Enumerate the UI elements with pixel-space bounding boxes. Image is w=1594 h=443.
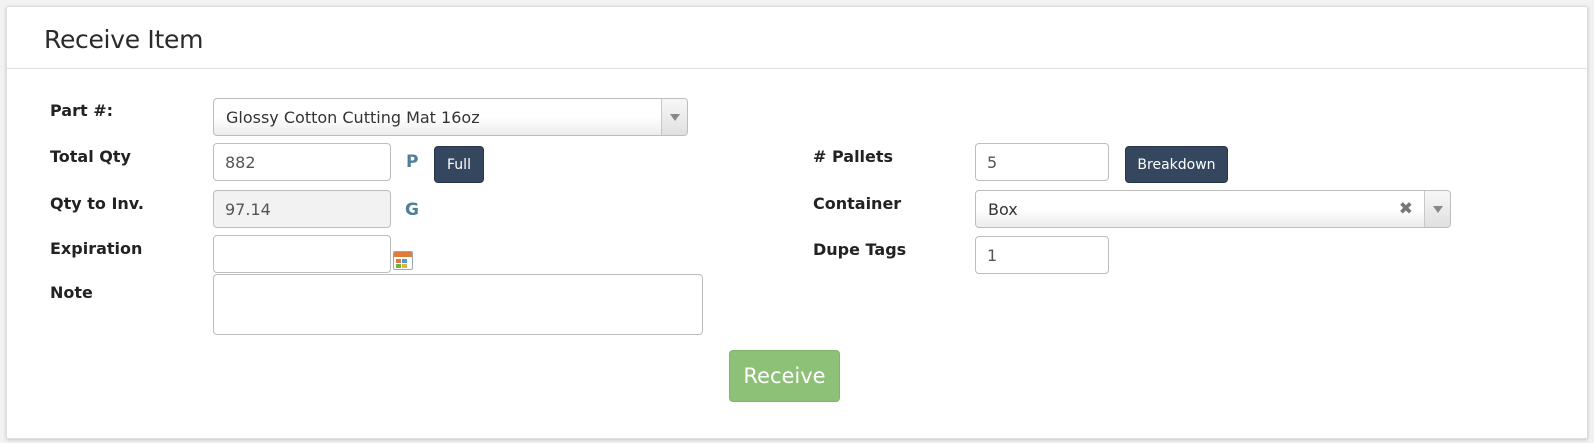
note-textarea[interactable] [213, 274, 703, 335]
dupe-tags-input[interactable] [975, 236, 1109, 274]
expiration-input[interactable] [213, 235, 391, 273]
qty-to-inv-label: Qty to Inv. [50, 194, 145, 213]
container-label: Container [813, 194, 902, 213]
panel-header: Receive Item [7, 7, 1587, 69]
total-qty-unit: P [406, 152, 419, 172]
pallets-input[interactable] [975, 143, 1109, 181]
note-label: Note [50, 283, 93, 302]
breakdown-button[interactable]: Breakdown [1125, 146, 1228, 183]
total-qty-input[interactable] [213, 143, 391, 181]
receive-item-panel: Receive Item Part #: Glossy Cotton Cutti… [6, 6, 1588, 439]
qty-to-inv-unit: G [405, 200, 419, 220]
container-select-value: Box [988, 200, 1018, 219]
part-label: Part #: [50, 101, 114, 120]
total-qty-label: Total Qty [50, 147, 131, 166]
calendar-icon[interactable] [393, 251, 413, 270]
qty-to-inv-input [213, 190, 391, 228]
expiration-label: Expiration [50, 239, 143, 258]
receive-button[interactable]: Receive [729, 350, 840, 402]
panel-title: Receive Item [44, 25, 204, 54]
close-icon[interactable]: ✖ [1399, 199, 1413, 219]
part-select[interactable]: Glossy Cotton Cutting Mat 16oz [213, 98, 688, 136]
chevron-down-icon[interactable] [1424, 191, 1450, 227]
chevron-down-icon[interactable] [661, 99, 687, 135]
full-button[interactable]: Full [434, 146, 484, 183]
pallets-label: # Pallets [813, 147, 894, 166]
part-select-value: Glossy Cotton Cutting Mat 16oz [226, 108, 480, 127]
dupe-tags-label: Dupe Tags [813, 240, 907, 259]
container-select[interactable]: Box ✖ [975, 190, 1451, 228]
